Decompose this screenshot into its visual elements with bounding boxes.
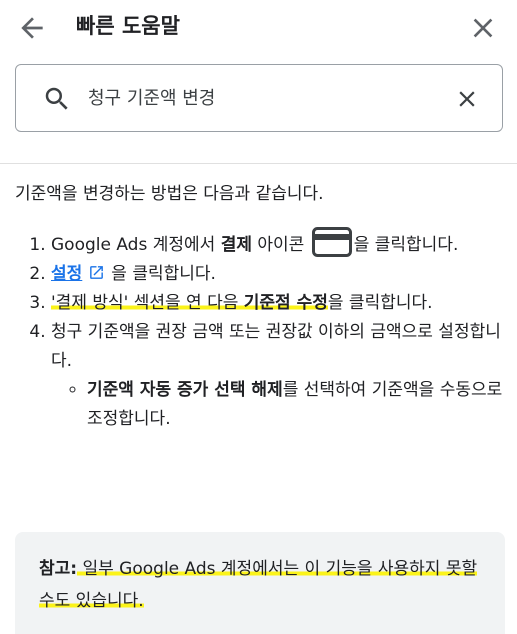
sub-bold: 기준액 자동 증가 선택 해제 [87,380,283,400]
note-text: 일부 Google Ads 계정에서는 이 기능을 사용하지 못할 수도 있습니… [39,559,478,611]
step-bold: 결제 [220,235,252,255]
step-item: Google Ads 계정에서 결제 아이콘 을 클릭합니다. [51,227,505,260]
note-box: 참고: 일부 Google Ads 계정에서는 이 기능을 사용하지 못할 수도… [15,532,505,634]
page-title: 빠른 도움말 [76,14,180,38]
step-item: '결제 방식' 섹션을 연 다음 기준점 수정을 클릭합니다. [51,289,505,318]
search-box[interactable]: 청구 기준액 변경 [15,64,503,132]
clear-search-button[interactable] [454,86,480,112]
step-text: Google Ads 계정에서 [51,235,221,255]
sub-list: 기준액 자동 증가 선택 해제를 선택하여 기준액을 수동으로 조정합니다. [51,376,505,434]
search-icon [45,87,68,110]
step-text: 청구 기준액을 권장 금액 또는 권장값 이하의 금액으로 설정합니다. [51,322,501,371]
note-label: 참고: [39,559,78,579]
close-button[interactable] [467,12,499,44]
step-text: 아이콘 [251,235,310,255]
divider [0,163,517,164]
step-text: 을 클릭합니다. [353,235,459,255]
step-text: 을 클릭합니다. [327,293,433,313]
steps-list: Google Ads 계정에서 결제 아이콘 을 클릭합니다. 설정 을 클릭합… [15,227,505,434]
intro-text: 기준액을 변경하는 방법은 다음과 같습니다. [15,184,324,204]
back-button[interactable] [16,12,48,44]
step-text: 을 클릭합니다. [111,264,216,284]
highlighted-text: '결제 방식' 섹션을 연 다음 기준점 수정 [51,293,328,313]
step-item: 설정 을 클릭합니다. [51,260,505,289]
help-content: 기준액을 변경하는 방법은 다음과 같습니다. Google Ads 계정에서 … [15,180,505,434]
step-item: 청구 기준액을 권장 금액 또는 권장값 이하의 금액으로 설정합니다. 기준액… [51,318,505,434]
step-text: '결제 방식' 섹션을 연 다음 [51,293,244,313]
sub-list-item: 기준액 자동 증가 선택 해제를 선택하여 기준액을 수동으로 조정합니다. [87,376,505,434]
search-input[interactable]: 청구 기준액 변경 [88,85,215,113]
open-in-new-icon[interactable] [88,264,105,281]
credit-card-icon [311,227,352,257]
header: 빠른 도움말 [0,0,517,55]
step-bold: 기준점 수정 [243,293,328,313]
close-icon [473,18,493,38]
clear-icon [459,91,475,107]
settings-link[interactable]: 설정 [51,264,82,284]
arrow-back-icon [21,17,43,39]
